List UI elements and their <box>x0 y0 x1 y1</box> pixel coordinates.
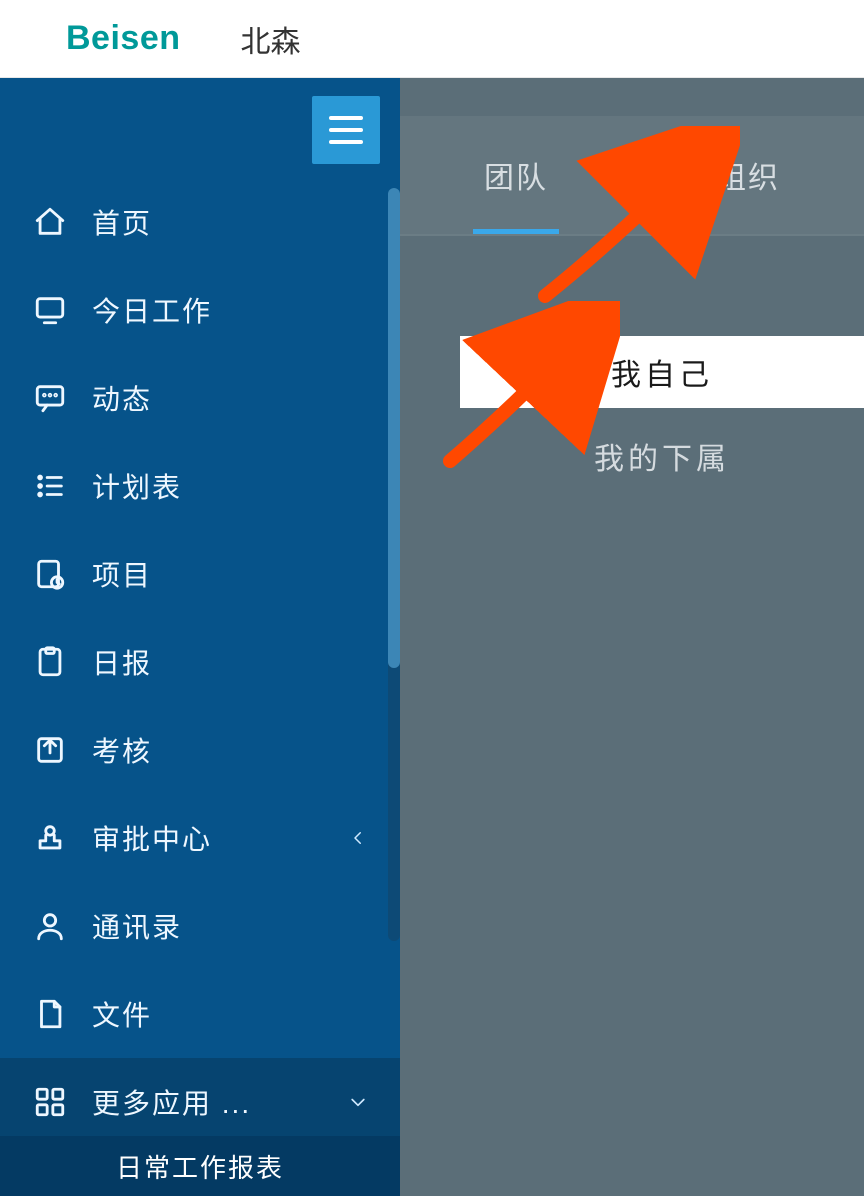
sidebar-item-today[interactable]: 今日工作 <box>0 266 400 354</box>
sidebar-scrollbar[interactable] <box>388 188 400 941</box>
app-name: 北森 <box>241 17 301 61</box>
report-icon <box>30 642 70 682</box>
tab-label: 团队 <box>484 153 548 197</box>
stamp-icon <box>30 818 70 858</box>
sidebar-scroll-thumb[interactable] <box>388 188 400 668</box>
sidebar-item-project[interactable]: 项目 <box>0 530 400 618</box>
logo-text: Beisen <box>66 19 181 58</box>
sidebar-item-files[interactable]: 文件 <box>0 970 400 1058</box>
tab-underline <box>473 229 559 234</box>
tab-label: 组织 <box>716 153 780 197</box>
sidebar-item-home[interactable]: 首页 <box>0 178 400 266</box>
option-panel: 我自己 我的下属 <box>400 236 864 1196</box>
sidebar-item-label: 考核 <box>92 730 370 770</box>
list-icon <box>30 466 70 506</box>
sidebar-item-feed[interactable]: 动态 <box>0 354 400 442</box>
sidebar-item-approval[interactable]: 审批中心 <box>0 794 400 882</box>
tab-team[interactable]: 团队 <box>400 116 632 234</box>
tab-org[interactable]: 组织 <box>632 116 864 234</box>
file-icon <box>30 994 70 1034</box>
person-icon <box>30 906 70 946</box>
sidebar-scroll: 首页 今日工作 动态 计划表 <box>0 78 400 1136</box>
project-icon <box>30 554 70 594</box>
sidebar-item-label: 文件 <box>92 994 370 1034</box>
option-label: 我的下属 <box>594 434 730 478</box>
option-my-reports[interactable]: 我的下属 <box>460 420 864 492</box>
hamburger-button[interactable] <box>312 96 380 164</box>
home-icon <box>30 202 70 242</box>
sidebar-item-label: 审批中心 <box>92 818 346 858</box>
header: Beisen 北森 <box>0 0 864 78</box>
sidebar-footer-report[interactable]: 日常工作报表 <box>0 1136 400 1196</box>
sidebar-item-review[interactable]: 考核 <box>0 706 400 794</box>
sidebar-item-label: 计划表 <box>92 466 370 506</box>
sidebar-item-label: 动态 <box>92 378 370 418</box>
apps-icon <box>30 1082 70 1122</box>
sidebar-item-label: 项目 <box>92 554 370 594</box>
sidebar-item-contacts[interactable]: 通讯录 <box>0 882 400 970</box>
tab-bar: 团队 组织 <box>400 116 864 236</box>
monitor-icon <box>30 290 70 330</box>
main: 首页 今日工作 动态 计划表 <box>0 78 864 1196</box>
chevron-left-icon <box>346 826 370 850</box>
sidebar-item-label: 日报 <box>92 642 370 682</box>
sidebar-item-daily[interactable]: 日报 <box>0 618 400 706</box>
chat-icon <box>30 378 70 418</box>
sidebar: 首页 今日工作 动态 计划表 <box>0 78 400 1196</box>
right-panel: 团队 组织 我自己 我的下属 <box>400 78 864 1196</box>
chevron-down-icon <box>346 1090 370 1114</box>
sidebar-item-plan[interactable]: 计划表 <box>0 442 400 530</box>
sidebar-item-label: 更多应用 ... <box>92 1082 346 1122</box>
sidebar-footer-label: 日常工作报表 <box>116 1148 284 1185</box>
option-label: 我自己 <box>611 350 713 394</box>
sidebar-item-more-apps[interactable]: 更多应用 ... <box>0 1058 400 1136</box>
sidebar-item-label: 今日工作 <box>92 290 370 330</box>
sidebar-item-label: 首页 <box>92 202 370 242</box>
option-self[interactable]: 我自己 <box>460 336 864 408</box>
sidebar-item-label: 通讯录 <box>92 906 370 946</box>
share-icon <box>30 730 70 770</box>
